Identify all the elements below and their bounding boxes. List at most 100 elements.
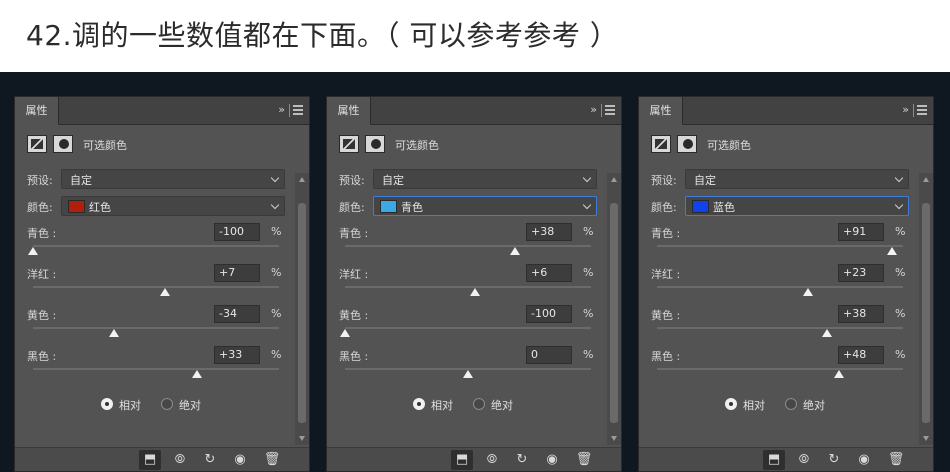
- slider-track[interactable]: [33, 286, 279, 288]
- slider-track[interactable]: [33, 327, 279, 329]
- colors-value: 青色: [401, 201, 423, 214]
- colors-dropdown[interactable]: 蓝色: [685, 196, 909, 216]
- slider-value-input[interactable]: -100: [526, 305, 572, 323]
- eye-icon[interactable]: ◉: [229, 450, 251, 470]
- tab-properties[interactable]: 属性: [639, 97, 683, 125]
- slider-thumb[interactable]: [509, 247, 520, 255]
- clip-to-layer-icon[interactable]: ⬒: [763, 450, 785, 470]
- radio-relative-circle[interactable]: [725, 398, 737, 410]
- adjustment-layer-icon[interactable]: [651, 135, 671, 153]
- preset-dropdown[interactable]: 自定: [373, 169, 597, 189]
- trash-icon[interactable]: 🗑: [573, 450, 595, 470]
- slider-value-input[interactable]: +38: [526, 223, 572, 241]
- slider-track[interactable]: [657, 368, 903, 370]
- collapse-panel-icon[interactable]: »: [590, 103, 597, 116]
- slider-thumb[interactable]: [159, 288, 170, 296]
- tab-properties[interactable]: 属性: [15, 97, 59, 125]
- panel-menu-icon[interactable]: [293, 105, 303, 115]
- slider-value-input[interactable]: +48: [838, 346, 884, 364]
- slider-track[interactable]: [345, 327, 591, 329]
- scroll-up-icon[interactable]: [299, 177, 305, 182]
- view-previous-state-icon[interactable]: ⦾: [793, 450, 815, 470]
- reset-icon[interactable]: ↻: [823, 450, 845, 470]
- slider-value-input[interactable]: +7: [214, 264, 260, 282]
- panel-scrollbar[interactable]: [295, 173, 309, 445]
- slider-thumb[interactable]: [803, 288, 814, 296]
- panel-menu-icon[interactable]: [605, 105, 615, 115]
- slider-value-input[interactable]: +38: [838, 305, 884, 323]
- preset-dropdown[interactable]: 自定: [685, 169, 909, 189]
- scroll-down-icon[interactable]: [923, 436, 929, 441]
- radio-absolute-circle[interactable]: [161, 398, 173, 410]
- collapse-panel-icon[interactable]: »: [278, 103, 285, 116]
- adjustment-layer-icon[interactable]: [339, 135, 359, 153]
- slider-track[interactable]: [33, 368, 279, 370]
- color-swatch: [692, 200, 709, 213]
- collapse-panel-icon[interactable]: »: [902, 103, 909, 116]
- scroll-down-icon[interactable]: [611, 436, 617, 441]
- colors-dropdown[interactable]: 青色: [373, 196, 597, 216]
- scroll-down-icon[interactable]: [299, 436, 305, 441]
- tab-properties[interactable]: 属性: [327, 97, 371, 125]
- color-swatch: [68, 200, 85, 213]
- scroll-up-icon[interactable]: [923, 177, 929, 182]
- slider-value-input[interactable]: 0: [526, 346, 572, 364]
- trash-icon[interactable]: 🗑: [261, 450, 283, 470]
- slider-thumb[interactable]: [28, 247, 38, 255]
- slider-value-input[interactable]: -34: [214, 305, 260, 323]
- panel-scrollbar[interactable]: [919, 173, 933, 445]
- preset-row: 预设: 自定: [27, 169, 289, 189]
- radio-absolute-circle[interactable]: [785, 398, 797, 410]
- reset-icon[interactable]: ↻: [199, 450, 221, 470]
- slider-value-input[interactable]: -100: [214, 223, 260, 241]
- radio-relative-circle[interactable]: [413, 398, 425, 410]
- radio-absolute-circle[interactable]: [473, 398, 485, 410]
- clip-to-layer-icon[interactable]: ⬒: [451, 450, 473, 470]
- slider-label: 黄色 :: [339, 309, 369, 322]
- slider-value-input[interactable]: +91: [838, 223, 884, 241]
- slider-thumb[interactable]: [191, 370, 202, 378]
- scroll-thumb[interactable]: [922, 203, 930, 423]
- scroll-up-icon[interactable]: [611, 177, 617, 182]
- slider-track[interactable]: [345, 286, 591, 288]
- slider-thumb[interactable]: [463, 370, 473, 378]
- clip-to-layer-icon[interactable]: ⬒: [139, 450, 161, 470]
- eye-icon[interactable]: ◉: [541, 450, 563, 470]
- header-divider: [601, 104, 602, 117]
- slider-track[interactable]: [657, 245, 903, 247]
- slider-thumb[interactable]: [834, 370, 845, 378]
- layer-mask-icon[interactable]: [365, 135, 385, 153]
- slider-label: 青色 :: [339, 227, 369, 240]
- slider-value-input[interactable]: +33: [214, 346, 260, 364]
- panel-scrollbar[interactable]: [607, 173, 621, 445]
- scroll-thumb[interactable]: [298, 203, 306, 423]
- panel-menu-icon[interactable]: [917, 105, 927, 115]
- scroll-thumb[interactable]: [610, 203, 618, 423]
- slider-value-input[interactable]: +6: [526, 264, 572, 282]
- radio-relative-circle[interactable]: [101, 398, 113, 410]
- preset-dropdown[interactable]: 自定: [61, 169, 285, 189]
- slider-track[interactable]: [33, 245, 279, 247]
- reset-icon[interactable]: ↻: [511, 450, 533, 470]
- preset-label: 预设:: [339, 174, 365, 187]
- slider-thumb[interactable]: [886, 247, 897, 255]
- slider-track[interactable]: [657, 327, 903, 329]
- slider-thumb[interactable]: [470, 288, 481, 296]
- layer-mask-icon[interactable]: [53, 135, 73, 153]
- adjustment-layer-icon[interactable]: [27, 135, 47, 153]
- eye-icon[interactable]: ◉: [853, 450, 875, 470]
- colors-dropdown[interactable]: 红色: [61, 196, 285, 216]
- slider-value-input[interactable]: +23: [838, 264, 884, 282]
- trash-icon[interactable]: 🗑: [885, 450, 907, 470]
- preset-value: 自定: [70, 174, 92, 187]
- slider-thumb[interactable]: [109, 329, 120, 337]
- view-previous-state-icon[interactable]: ⦾: [169, 450, 191, 470]
- slider-track[interactable]: [345, 245, 591, 247]
- color-swatch: [380, 200, 397, 213]
- chevron-down-icon: [582, 173, 592, 183]
- slider-thumb[interactable]: [821, 329, 832, 337]
- view-previous-state-icon[interactable]: ⦾: [481, 450, 503, 470]
- layer-mask-icon[interactable]: [677, 135, 697, 153]
- slider-track[interactable]: [657, 286, 903, 288]
- slider-thumb[interactable]: [340, 329, 350, 337]
